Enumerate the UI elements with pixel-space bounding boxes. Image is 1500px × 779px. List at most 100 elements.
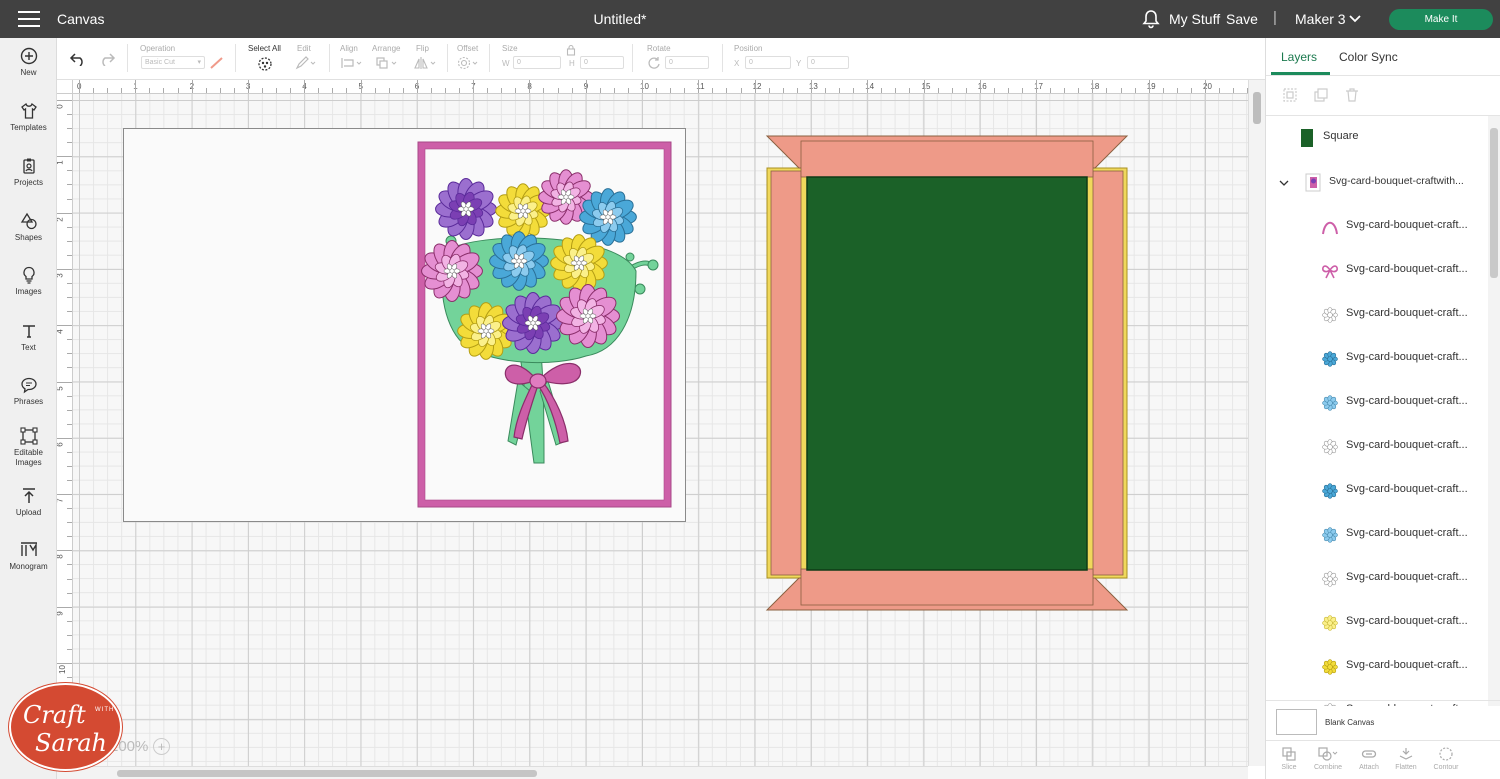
blank-canvas-swatch[interactable]: [1276, 709, 1317, 735]
layer-row[interactable]: Svg-card-bouquet-craft...: [1266, 645, 1488, 689]
ruler-label: 8: [57, 555, 65, 559]
blank-canvas-row[interactable]: Blank Canvas: [1266, 700, 1500, 740]
ruler-tick: [388, 88, 390, 93]
document-title[interactable]: Untitled*: [560, 11, 680, 27]
duplicate-icon[interactable]: [1313, 87, 1329, 103]
layer-thumbnail: [1305, 173, 1321, 192]
save-button[interactable]: Save: [1226, 11, 1258, 27]
layer-row[interactable]: Svg-card-bouquet-craft...: [1266, 337, 1488, 381]
layer-name: Svg-card-bouquet-craft...: [1346, 527, 1468, 539]
layer-row[interactable]: Svg-card-bouquet-craft...: [1266, 205, 1488, 249]
select-all-group[interactable]: Select All: [248, 44, 281, 72]
ruler-tick: [67, 142, 72, 144]
redo-icon[interactable]: [98, 52, 116, 66]
ruler-tick: [726, 88, 728, 93]
hamburger-menu-icon[interactable]: [18, 11, 40, 27]
layer-row[interactable]: Svg-card-bouquet-craft...: [1266, 249, 1488, 293]
pen-color-icon[interactable]: [209, 56, 225, 70]
sidebar-item-text[interactable]: Text: [0, 322, 57, 353]
combine-icon: [1318, 747, 1338, 761]
ruler-label: 7: [57, 498, 65, 502]
canvas-horizontal-scrollbar[interactable]: [57, 766, 1248, 779]
flip-label: Flip: [416, 44, 429, 53]
ruler-tick: [67, 367, 72, 369]
layer-row[interactable]: Svg-card-bouquet-craft...: [1266, 425, 1488, 469]
ruler-tick: [1233, 88, 1235, 93]
scroll-thumb[interactable]: [117, 770, 537, 777]
width-input[interactable]: 0: [513, 56, 561, 69]
attach-button[interactable]: Attach: [1349, 746, 1389, 771]
tray-template-design[interactable]: [765, 135, 1129, 613]
ruler-tick: [684, 88, 686, 93]
sidebar-item-upload[interactable]: Upload: [0, 487, 57, 518]
ruler-tick: [219, 88, 221, 93]
scroll-thumb[interactable]: [1490, 128, 1498, 278]
sidebar-item-images[interactable]: Images: [0, 266, 57, 297]
lock-icon[interactable]: [566, 44, 576, 56]
layer-row[interactable]: Svg-card-bouquet-craft...: [1266, 557, 1488, 601]
x-input[interactable]: 0: [745, 56, 791, 69]
ruler-tick: [402, 88, 404, 93]
delete-icon[interactable]: [1344, 87, 1360, 103]
layer-row[interactable]: Svg-card-bouquet-craft...: [1266, 381, 1488, 425]
arrange-group[interactable]: Arrange: [372, 44, 401, 70]
offset-group[interactable]: Offset: [457, 44, 481, 70]
undo-icon[interactable]: [69, 52, 87, 66]
zoom-in-button[interactable]: +: [153, 738, 170, 755]
layer-row[interactable]: Svg-card-bouquet-craft...: [1266, 293, 1488, 337]
ruler-tick: [57, 212, 72, 214]
sidebar-item-monogram[interactable]: Monogram: [0, 541, 57, 572]
layers-scrollbar[interactable]: [1488, 116, 1500, 706]
layer-thumbnail: [1322, 615, 1338, 631]
ruler-tick: [67, 184, 72, 186]
layer-actions: [1266, 76, 1500, 116]
chevron-down-icon[interactable]: [1279, 178, 1289, 188]
combine-button[interactable]: Combine: [1308, 746, 1348, 771]
ruler-tick: [937, 88, 939, 93]
scroll-thumb[interactable]: [1253, 92, 1261, 124]
y-input[interactable]: 0: [807, 56, 849, 69]
layer-row[interactable]: Svg-card-bouquet-craft...: [1266, 469, 1488, 513]
flip-group[interactable]: Flip: [414, 44, 439, 70]
layer-name: Svg-card-bouquet-craft...: [1346, 307, 1468, 319]
layer-row[interactable]: Svg-card-bouquet-craft...: [1266, 513, 1488, 557]
rotate-icon[interactable]: [647, 56, 661, 70]
ruler-label: 0: [57, 104, 65, 108]
tab-color-sync[interactable]: Color Sync: [1339, 50, 1398, 64]
sidebar-item-templates[interactable]: Templates: [0, 102, 57, 133]
bouquet-card-design[interactable]: [416, 141, 673, 509]
layer-row[interactable]: Svg-card-bouquet-craft...: [1266, 601, 1488, 645]
bell-icon[interactable]: [1142, 9, 1160, 29]
tab-layers[interactable]: Layers: [1281, 50, 1317, 64]
machine-selector[interactable]: Maker 3: [1295, 11, 1346, 27]
layer-row[interactable]: Svg-card-bouquet-craftwith...: [1266, 161, 1488, 205]
my-stuff-link[interactable]: My Stuff: [1169, 11, 1220, 27]
ruler-tick: [67, 677, 72, 679]
ruler-tick: [909, 88, 911, 93]
flatten-button[interactable]: Flatten: [1386, 746, 1426, 771]
design-canvas[interactable]: [73, 94, 1248, 766]
ruler-tick: [67, 339, 72, 341]
contour-button[interactable]: Contour: [1426, 746, 1466, 771]
ruler-tick: [67, 353, 72, 355]
sidebar-item-projects[interactable]: Projects: [0, 157, 57, 188]
align-group[interactable]: Align: [340, 44, 364, 70]
slice-button[interactable]: Slice: [1269, 746, 1309, 771]
edit-group[interactable]: Edit: [295, 44, 317, 70]
rotate-input[interactable]: 0: [665, 56, 709, 69]
group-icon[interactable]: [1282, 87, 1298, 103]
canvas-vertical-scrollbar[interactable]: [1248, 80, 1265, 766]
ruler-tick: [191, 80, 193, 93]
operation-select[interactable]: Basic Cut ▾: [141, 56, 205, 69]
size-group: Size: [502, 44, 518, 53]
sidebar-item-phrases[interactable]: Phrases: [0, 376, 57, 407]
sidebar-item-editable-images[interactable]: Editable Images: [0, 427, 57, 468]
make-it-button[interactable]: Make It: [1389, 9, 1493, 30]
layer-row[interactable]: Square: [1266, 116, 1488, 160]
sidebar-item-new[interactable]: New: [0, 47, 57, 78]
sidebar-item-shapes[interactable]: Shapes: [0, 212, 57, 243]
ruler-tick: [1036, 80, 1038, 93]
height-input[interactable]: 0: [580, 56, 624, 69]
ruler-tick: [67, 451, 72, 453]
chevron-down-icon[interactable]: [1348, 12, 1362, 26]
